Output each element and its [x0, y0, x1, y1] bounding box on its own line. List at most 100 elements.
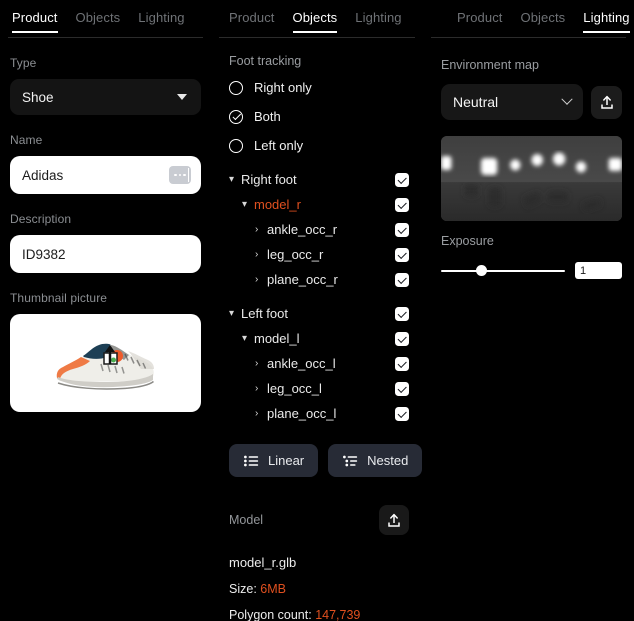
- chevron-right-icon[interactable]: ›: [255, 274, 267, 285]
- model-size-row: Size: 6MB: [229, 582, 409, 596]
- radio-checked-icon: [229, 109, 243, 124]
- lighting-panel-tabbar: Product Objects Lighting: [423, 0, 634, 38]
- chevron-right-icon[interactable]: ›: [255, 358, 267, 369]
- model-upload-button[interactable]: [379, 505, 409, 535]
- checkbox-checked-icon[interactable]: [395, 172, 409, 187]
- name-input-value: Adidas: [22, 167, 64, 183]
- checkbox-checked-icon[interactable]: [395, 406, 409, 421]
- tree-row[interactable]: › leg_occ_r: [229, 242, 409, 267]
- tab-lighting[interactable]: Lighting: [583, 8, 630, 33]
- chevron-right-icon[interactable]: ›: [255, 224, 267, 235]
- checkbox-checked-icon[interactable]: [395, 356, 409, 371]
- tree-item-label: plane_occ_l: [267, 406, 337, 421]
- tree-row[interactable]: › leg_occ_l: [229, 376, 409, 401]
- model-size-key: Size:: [229, 582, 257, 596]
- tree-row[interactable]: ▾ Right foot: [229, 167, 409, 192]
- nested-view-label: Nested: [367, 453, 409, 468]
- lighting-panel: Product Objects Lighting Environment map…: [423, 0, 634, 621]
- exposure-slider[interactable]: [441, 264, 565, 278]
- checkbox-checked-icon[interactable]: [395, 272, 409, 287]
- chevron-down-icon: [561, 93, 573, 105]
- checkbox-checked-icon[interactable]: [395, 331, 409, 346]
- radio-right-only[interactable]: Right only: [229, 80, 409, 95]
- checkbox-checked-icon[interactable]: [395, 306, 409, 321]
- upload-icon: [103, 345, 118, 365]
- objects-panel-tabbar: Product Objects Lighting: [211, 0, 423, 38]
- radio-left-only[interactable]: Left only: [229, 138, 409, 153]
- tree-row[interactable]: › plane_occ_l: [229, 401, 409, 426]
- tab-product[interactable]: Product: [457, 8, 503, 32]
- chevron-right-icon[interactable]: ›: [255, 249, 267, 260]
- model-polygon-key: Polygon count:: [229, 608, 312, 621]
- tree-row[interactable]: ▾ model_r: [229, 192, 409, 217]
- objects-panel-body: Foot tracking Right only Both Left only …: [211, 38, 423, 621]
- tree-item-label: plane_occ_r: [267, 272, 338, 287]
- exposure-value-input[interactable]: 1: [575, 262, 622, 279]
- model-section-label: Model: [229, 513, 264, 527]
- chevron-right-icon[interactable]: ›: [255, 408, 267, 419]
- text-cursor-icon: [169, 166, 191, 184]
- object-tree: ▾ Right foot ▾ model_r › ankle_occ_r › l…: [229, 167, 409, 426]
- checkbox-checked-icon[interactable]: [395, 197, 409, 212]
- sneaker-thumbnail: [53, 334, 158, 392]
- chevron-right-icon[interactable]: ›: [255, 383, 267, 394]
- checkbox-checked-icon[interactable]: [395, 247, 409, 262]
- model-polygon-value: 147,739: [315, 608, 361, 621]
- linear-view-button[interactable]: Linear: [229, 444, 319, 477]
- tree-item-label: Left foot: [241, 306, 288, 321]
- name-input[interactable]: Adidas: [10, 156, 201, 194]
- chevron-down-icon[interactable]: ▾: [229, 308, 241, 319]
- slider-thumb[interactable]: [476, 265, 488, 276]
- settings-panels-app: Product Objects Lighting Type Shoe Name …: [0, 0, 634, 621]
- tab-objects[interactable]: Objects: [521, 8, 566, 32]
- tab-lighting[interactable]: Lighting: [138, 8, 184, 32]
- radio-label: Both: [254, 109, 281, 124]
- environment-map-select[interactable]: Neutral: [441, 84, 583, 120]
- radio-icon: [229, 80, 243, 95]
- description-input-value: ID9382: [22, 246, 66, 262]
- environment-map-preview[interactable]: [441, 136, 622, 221]
- description-input[interactable]: ID9382: [10, 235, 201, 273]
- upload-icon: [600, 95, 613, 109]
- tab-objects[interactable]: Objects: [292, 8, 338, 33]
- tab-product[interactable]: Product: [229, 8, 275, 32]
- product-panel-tabbar: Product Objects Lighting: [0, 0, 211, 38]
- model-filename: model_r.glb: [229, 555, 297, 570]
- checkbox-checked-icon[interactable]: [395, 222, 409, 237]
- exposure-label: Exposure: [441, 234, 494, 248]
- foot-tracking-label: Foot tracking: [229, 54, 302, 68]
- linear-view-label: Linear: [268, 453, 305, 468]
- model-polygon-row: Polygon count: 147,739: [229, 608, 409, 621]
- tab-lighting[interactable]: Lighting: [355, 8, 401, 32]
- tree-row[interactable]: › plane_occ_r: [229, 267, 409, 292]
- nested-view-button[interactable]: Nested: [328, 444, 423, 477]
- type-select[interactable]: Shoe: [10, 79, 201, 115]
- environment-map-row: Neutral: [441, 84, 622, 120]
- tree-row[interactable]: ▾ model_l: [229, 326, 409, 351]
- tab-objects[interactable]: Objects: [76, 8, 121, 32]
- tree-item-label: leg_occ_r: [267, 247, 324, 262]
- checkbox-checked-icon[interactable]: [395, 381, 409, 396]
- chevron-down-icon[interactable]: ▾: [242, 333, 254, 344]
- environment-map-value: Neutral: [453, 94, 499, 110]
- lighting-panel-body: Environment map Neutral Exposure 1: [423, 38, 634, 279]
- tree-item-label: Right foot: [241, 172, 297, 187]
- tree-row[interactable]: ▾ Left foot: [229, 301, 409, 326]
- chevron-down-icon[interactable]: ▾: [229, 174, 241, 185]
- radio-label: Left only: [254, 138, 304, 153]
- product-panel-body: Type Shoe Name Adidas Description ID9382…: [0, 38, 211, 412]
- radio-both[interactable]: Both: [229, 109, 409, 124]
- tree-row[interactable]: › ankle_occ_r: [229, 217, 409, 242]
- tree-item-label: ankle_occ_l: [267, 356, 336, 371]
- environment-map-upload-button[interactable]: [591, 85, 622, 119]
- nested-list-icon: [343, 455, 358, 466]
- tree-item-label: ankle_occ_r: [267, 222, 338, 237]
- model-size-value: 6MB: [260, 582, 286, 596]
- chevron-down-icon[interactable]: ▾: [242, 199, 254, 210]
- name-label: Name: [10, 133, 43, 147]
- tree-row[interactable]: › ankle_occ_l: [229, 351, 409, 376]
- thumbnail-picture-dropzone[interactable]: [10, 314, 201, 412]
- tab-product[interactable]: Product: [12, 8, 58, 33]
- type-label: Type: [10, 56, 37, 70]
- tree-item-label: model_l: [254, 331, 300, 346]
